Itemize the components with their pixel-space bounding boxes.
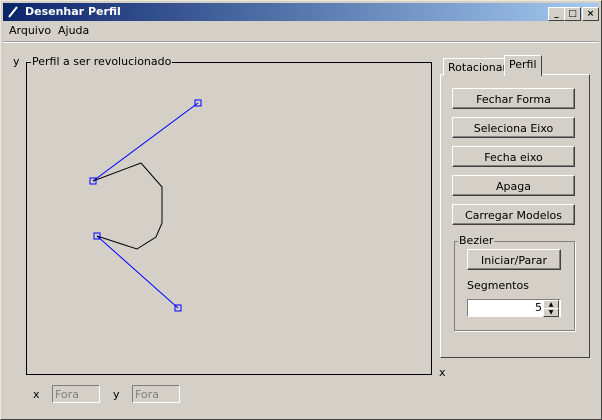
tab-perfil[interactable]: Perfil <box>504 55 542 76</box>
seleciona-eixo-button[interactable]: Seleciona Eixo <box>452 117 575 138</box>
control-line-bottom <box>96 235 179 309</box>
segments-label: Segmentos <box>467 279 529 292</box>
y-coordinate-field: Fora <box>132 385 180 403</box>
x-axis-label: x <box>439 366 446 379</box>
menu-arquivo[interactable]: Arquivo <box>9 22 51 40</box>
fechar-forma-button[interactable]: Fechar Forma <box>452 88 575 109</box>
y-axis-label: y <box>13 55 20 68</box>
close-button[interactable]: × <box>582 7 599 21</box>
apaga-button[interactable]: Apaga <box>452 175 575 196</box>
canvas-title: Perfil a ser revolucionado <box>31 55 173 68</box>
carregar-modelos-button[interactable]: Carregar Modelos <box>452 204 575 225</box>
control-line-top <box>92 102 199 182</box>
y-coordinate-label: y <box>113 388 120 401</box>
menu-separator <box>3 41 599 43</box>
title-bar[interactable]: Desenhar Perfil _ □ × <box>3 3 599 21</box>
menu-ajuda[interactable]: Ajuda <box>58 22 89 40</box>
fecha-eixo-button[interactable]: Fecha eixo <box>452 146 575 167</box>
application-window: Desenhar Perfil _ □ × Arquivo Ajuda y Pe… <box>0 0 602 420</box>
menu-bar: Arquivo Ajuda <box>3 22 599 40</box>
x-coordinate-label: x <box>33 388 40 401</box>
window-title: Desenhar Perfil <box>25 5 121 18</box>
maximize-button[interactable]: □ <box>564 7 581 21</box>
x-coordinate-field: Fora <box>52 385 100 403</box>
segments-spinner[interactable]: 5 ▲ ▼ <box>467 299 561 317</box>
iniciar-parar-button[interactable]: Iniciar/Parar <box>467 249 561 270</box>
app-icon <box>8 6 18 18</box>
minimize-button[interactable]: _ <box>548 7 565 21</box>
profile-drawing[interactable] <box>27 63 431 374</box>
profile-curve <box>92 162 163 250</box>
segments-value[interactable]: 5 <box>535 300 542 316</box>
tab-rotacionar[interactable]: Rotacionar <box>443 58 513 76</box>
spin-down-icon[interactable]: ▼ <box>543 308 559 317</box>
bezier-group-title: Bezier <box>458 234 495 247</box>
drawing-canvas[interactable] <box>26 62 432 375</box>
